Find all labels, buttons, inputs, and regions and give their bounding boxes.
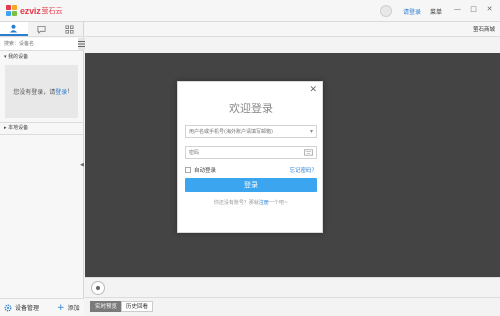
app-logo: ezviz 萤石云 bbox=[6, 5, 63, 17]
device-manage-button[interactable]: 设备管理 bbox=[4, 303, 39, 312]
store-button[interactable]: 萤石商城 bbox=[473, 25, 495, 33]
empty-login-prompt: 您没有登录，请 登录! bbox=[5, 65, 78, 118]
sidebar-footer: 设备管理 + 添加 bbox=[0, 298, 84, 316]
password-input[interactable] bbox=[186, 147, 296, 158]
logo-text: ezviz bbox=[20, 6, 41, 16]
minimize-icon[interactable]: — bbox=[452, 4, 463, 15]
local-devices-header[interactable]: ▸ 本地设备 bbox=[0, 124, 84, 133]
gear-icon bbox=[4, 304, 12, 311]
empty-text: 您没有登录，请 bbox=[13, 89, 56, 96]
tab-playback[interactable]: 历史回看 bbox=[121, 301, 154, 312]
sidebar-tabs bbox=[0, 22, 83, 37]
tab-messages[interactable] bbox=[28, 22, 56, 36]
local-devices-label: 本地设备 bbox=[8, 125, 29, 131]
sidebar-search bbox=[0, 38, 85, 51]
right-toolbar: 萤石商城 bbox=[85, 22, 500, 37]
empty-login-link[interactable]: 登录 bbox=[55, 87, 67, 96]
search-input[interactable] bbox=[0, 38, 75, 50]
login-button[interactable]: 登录 bbox=[185, 178, 317, 192]
auto-login-checkbox[interactable] bbox=[185, 167, 191, 173]
auto-login-label: 自动登录 bbox=[194, 168, 217, 174]
plus-icon: + bbox=[57, 302, 65, 313]
empty-suffix: ! bbox=[67, 88, 70, 95]
tab-devices[interactable] bbox=[0, 22, 28, 36]
my-devices-label: 我的设备 bbox=[8, 54, 29, 60]
keyboard-icon[interactable] bbox=[304, 149, 313, 156]
grid-icon bbox=[65, 24, 74, 34]
tab-live-preview[interactable]: 实时预览 bbox=[90, 301, 123, 312]
header-menu-button[interactable]: 菜单 bbox=[430, 7, 442, 16]
register-prompt: 你还没有账号？那就注册一个吧~ bbox=[178, 199, 324, 206]
close-icon[interactable]: ✕ bbox=[484, 4, 495, 15]
password-field bbox=[185, 146, 317, 159]
device-manage-label: 设备管理 bbox=[15, 305, 40, 312]
list-icon bbox=[78, 41, 85, 47]
bottom-tabs: 实时预览 历史回看 bbox=[85, 297, 500, 316]
login-dialog: ✕ 欢迎登录 ▾ 自动登录 忘记密码？ 登录 你还没有账号？那就注册一个吧~ bbox=[177, 81, 323, 233]
chevron-down-icon[interactable]: ▾ bbox=[310, 128, 313, 135]
forgot-password-link[interactable]: 忘记密码？ bbox=[289, 166, 317, 174]
logo-cn: 萤石云 bbox=[41, 7, 63, 15]
ezviz-logo-icon bbox=[6, 5, 18, 17]
tab-grid[interactable] bbox=[55, 22, 83, 36]
message-icon bbox=[37, 25, 46, 34]
account-field: ▾ bbox=[185, 125, 317, 138]
my-devices-header[interactable]: ▾ 我的设备 bbox=[0, 53, 84, 62]
dialog-close-icon[interactable]: ✕ bbox=[309, 85, 317, 95]
title-bar: ezviz 萤石云 请登录 菜单 — □ ✕ bbox=[0, 0, 500, 22]
account-input[interactable] bbox=[186, 126, 296, 137]
record-button[interactable] bbox=[91, 281, 105, 295]
add-device-button[interactable]: + 添加 bbox=[57, 303, 80, 312]
player-bar bbox=[85, 277, 500, 297]
dialog-title: 欢迎登录 bbox=[229, 102, 273, 115]
divider bbox=[0, 122, 84, 123]
add-label: 添加 bbox=[67, 305, 80, 312]
options-row: 自动登录 忘记密码？ bbox=[185, 166, 317, 174]
maximize-icon[interactable]: □ bbox=[468, 4, 479, 15]
header-login-link[interactable]: 请登录 bbox=[403, 7, 421, 16]
register-prefix: 你还没有账号？那就 bbox=[213, 200, 259, 206]
list-view-button[interactable] bbox=[78, 38, 85, 50]
avatar[interactable] bbox=[380, 5, 392, 17]
sidebar: ▾ 我的设备 您没有登录，请登录! ▸ 本地设备 ◀ 设备管理 + 添加 bbox=[0, 22, 85, 316]
register-suffix: 一个吧~ bbox=[268, 200, 289, 206]
user-icon bbox=[10, 24, 18, 33]
sidebar-collapse-icon[interactable]: ◀ bbox=[80, 162, 84, 168]
register-link[interactable]: 注册 bbox=[259, 200, 269, 206]
divider bbox=[0, 134, 84, 135]
